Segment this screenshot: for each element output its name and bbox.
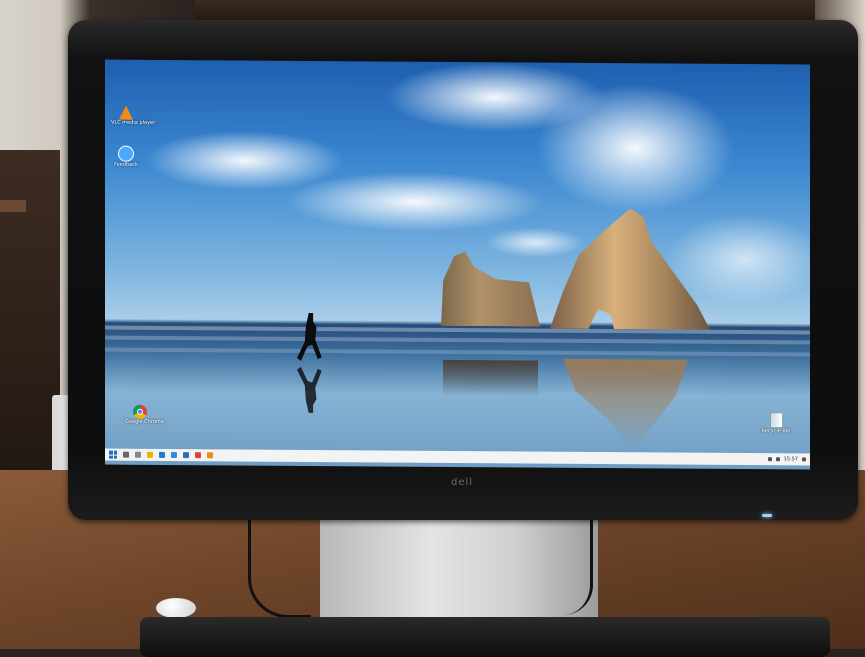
cloud xyxy=(485,227,585,258)
wave xyxy=(105,335,810,345)
feedback-icon xyxy=(118,145,134,162)
start-button[interactable] xyxy=(109,450,117,459)
mail-icon[interactable] xyxy=(183,452,189,459)
desktop-icon-label: Recycle Bin xyxy=(761,428,791,435)
cable-right xyxy=(560,520,593,615)
shelf-board xyxy=(0,200,26,212)
runner-reflection xyxy=(297,367,323,413)
desktop-shortcut-feedback[interactable]: Feedback xyxy=(111,145,141,169)
desktop-shortcut-chrome[interactable]: Google Chrome xyxy=(125,404,164,426)
wave xyxy=(105,347,810,357)
chrome-icon xyxy=(133,404,147,419)
tray-clock[interactable]: 15:57 xyxy=(784,456,798,462)
desktop-screen[interactable]: VLC media player Feedback Google Chrome … xyxy=(105,59,810,470)
desktop-shortcut-recycle-bin[interactable]: Recycle Bin xyxy=(761,412,791,435)
monitor-logo: dell xyxy=(450,477,474,488)
desktop-icon-label: Feedback xyxy=(114,161,138,168)
cloud xyxy=(535,82,735,214)
store-icon[interactable] xyxy=(171,451,177,459)
mouse xyxy=(156,598,196,618)
network-icon[interactable] xyxy=(767,457,772,462)
desktop-shortcut-vlc[interactable]: VLC media player xyxy=(111,105,156,127)
vlc-icon xyxy=(119,105,133,120)
volume-icon[interactable] xyxy=(775,457,780,462)
rock-reflection-left xyxy=(443,359,538,397)
taskbar[interactable]: 15:57 xyxy=(105,448,810,466)
recycle-bin-icon xyxy=(769,412,783,429)
rock-reflection-right xyxy=(563,359,688,452)
power-led xyxy=(762,514,772,517)
keyboard xyxy=(140,617,830,657)
desktop-icon-label: VLC media player xyxy=(111,119,156,126)
monitor-stand xyxy=(320,518,598,620)
sea-rock-left xyxy=(430,250,540,327)
chrome-taskbar-icon[interactable] xyxy=(195,452,201,459)
search-icon[interactable] xyxy=(123,451,129,458)
system-tray[interactable]: 15:57 xyxy=(767,456,806,462)
task-view-icon[interactable] xyxy=(135,451,141,458)
notification-icon[interactable] xyxy=(802,457,806,462)
file-explorer-icon[interactable] xyxy=(147,451,153,458)
cable-left xyxy=(248,520,311,618)
edge-icon[interactable] xyxy=(159,451,165,458)
desktop-icon-label: Google Chrome xyxy=(125,418,164,425)
cloud xyxy=(285,170,545,233)
vlc-taskbar-icon[interactable] xyxy=(207,452,213,459)
